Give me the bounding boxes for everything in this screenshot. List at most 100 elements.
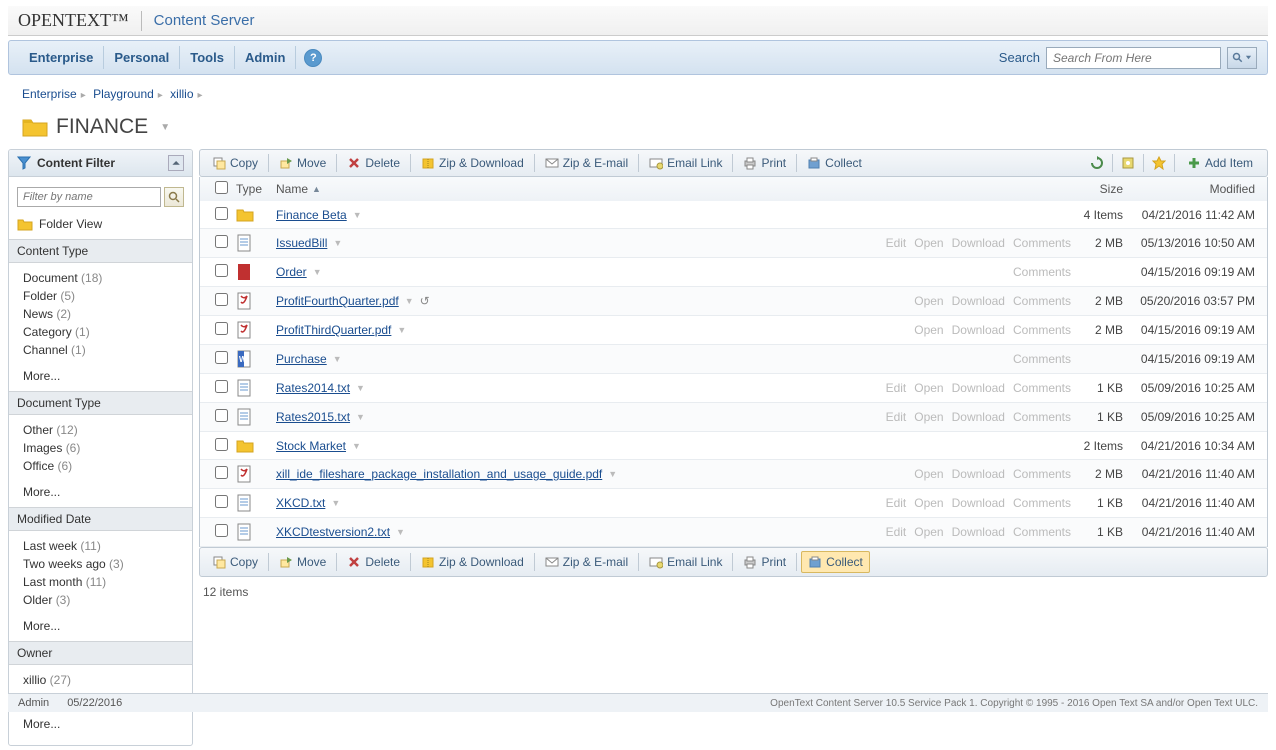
sidebar-filter-item[interactable]: Category (1) (23, 323, 192, 341)
print-button[interactable]: Print (737, 552, 792, 572)
item-dropdown-icon[interactable]: ▼ (333, 354, 342, 364)
sidebar-filter-item[interactable]: Folder (5) (23, 287, 192, 305)
col-size[interactable]: Size (1071, 182, 1131, 196)
item-dropdown-icon[interactable]: ▼ (331, 498, 340, 508)
item-name-link[interactable]: XKCDtestversion2.txt (276, 525, 390, 539)
copy-button[interactable]: Copy (206, 552, 264, 572)
item-name-link[interactable]: Rates2014.txt (276, 381, 350, 395)
menu-admin[interactable]: Admin (235, 46, 296, 69)
item-name-link[interactable]: ProfitThirdQuarter.pdf (276, 323, 391, 337)
item-name-link[interactable]: xill_ide_fileshare_package_installation_… (276, 467, 602, 481)
action-comments[interactable]: Comments (1013, 525, 1071, 539)
breadcrumb-link[interactable]: xillio (170, 87, 193, 101)
zip-email-button[interactable]: Zip & E-mail (539, 153, 634, 173)
item-name-link[interactable]: Stock Market (276, 439, 346, 453)
action-download[interactable]: Download (952, 294, 1005, 308)
action-download[interactable]: Download (952, 236, 1005, 250)
action-download[interactable]: Download (952, 467, 1005, 481)
action-open[interactable]: Open (914, 410, 943, 424)
action-comments[interactable]: Comments (1013, 236, 1071, 250)
item-dropdown-icon[interactable]: ▼ (396, 527, 405, 537)
action-comments[interactable]: Comments (1013, 352, 1071, 366)
config-button[interactable] (1117, 153, 1139, 173)
sidebar-filter-item[interactable]: Channel (1) (23, 341, 192, 359)
row-checkbox[interactable] (215, 438, 228, 451)
row-checkbox[interactable] (215, 207, 228, 220)
sidebar-more-link[interactable]: More... (9, 715, 192, 739)
item-name-link[interactable]: Order (276, 265, 307, 279)
item-dropdown-icon[interactable]: ▼ (356, 412, 365, 422)
row-checkbox[interactable] (215, 235, 228, 248)
email-link-button[interactable]: Email Link (643, 153, 728, 173)
breadcrumb-link[interactable]: Playground (93, 87, 154, 101)
row-checkbox[interactable] (215, 466, 228, 479)
action-open[interactable]: Open (914, 496, 943, 510)
title-dropdown-icon[interactable]: ▼ (160, 122, 170, 133)
version-icon[interactable]: ↺ (420, 294, 430, 308)
item-dropdown-icon[interactable]: ▼ (333, 238, 342, 248)
action-comments[interactable]: Comments (1013, 294, 1071, 308)
add-item-button[interactable]: Add Item (1179, 153, 1261, 173)
action-download[interactable]: Download (952, 410, 1005, 424)
select-all-checkbox[interactable] (215, 181, 228, 194)
action-comments[interactable]: Comments (1013, 496, 1071, 510)
item-dropdown-icon[interactable]: ▼ (313, 267, 322, 277)
folder-view-link[interactable]: Folder View (9, 211, 192, 239)
row-checkbox[interactable] (215, 351, 228, 364)
move-button[interactable]: Move (273, 552, 332, 572)
item-dropdown-icon[interactable]: ▼ (352, 441, 361, 451)
menu-enterprise[interactable]: Enterprise (19, 46, 104, 69)
collect-button[interactable]: Collect (801, 551, 870, 573)
row-checkbox[interactable] (215, 293, 228, 306)
zip-download-button[interactable]: Zip & Download (415, 552, 530, 572)
item-name-link[interactable]: Rates2015.txt (276, 410, 350, 424)
delete-button[interactable]: Delete (341, 153, 406, 173)
refresh-button[interactable] (1086, 153, 1108, 173)
move-button[interactable]: Move (273, 153, 332, 173)
action-open[interactable]: Open (914, 294, 943, 308)
filter-go-button[interactable] (164, 187, 184, 207)
row-checkbox[interactable] (215, 495, 228, 508)
action-edit[interactable]: Edit (886, 496, 907, 510)
menu-tools[interactable]: Tools (180, 46, 235, 69)
collapse-icon[interactable]: ⏶ (168, 155, 184, 171)
item-dropdown-icon[interactable]: ▼ (397, 325, 406, 335)
action-comments[interactable]: Comments (1013, 410, 1071, 424)
sidebar-filter-item[interactable]: Last month (11) (23, 573, 192, 591)
action-edit[interactable]: Edit (886, 236, 907, 250)
zip-email-button[interactable]: Zip & E-mail (539, 552, 634, 572)
row-checkbox[interactable] (215, 264, 228, 277)
action-open[interactable]: Open (914, 525, 943, 539)
action-download[interactable]: Download (952, 381, 1005, 395)
zip-download-button[interactable]: Zip & Download (415, 153, 530, 173)
row-checkbox[interactable] (215, 322, 228, 335)
row-checkbox[interactable] (215, 524, 228, 537)
copy-button[interactable]: Copy (206, 153, 264, 173)
search-input[interactable] (1046, 47, 1221, 69)
sidebar-filter-item[interactable]: Older (3) (23, 591, 192, 609)
action-open[interactable]: Open (914, 381, 943, 395)
delete-button[interactable]: Delete (341, 552, 406, 572)
item-name-link[interactable]: XKCD.txt (276, 496, 325, 510)
action-comments[interactable]: Comments (1013, 381, 1071, 395)
sidebar-filter-item[interactable]: Other (12) (23, 421, 192, 439)
action-download[interactable]: Download (952, 323, 1005, 337)
sidebar-more-link[interactable]: More... (9, 617, 192, 641)
breadcrumb-link[interactable]: Enterprise (22, 87, 77, 101)
item-dropdown-icon[interactable]: ▼ (608, 469, 617, 479)
item-name-link[interactable]: IssuedBill (276, 236, 327, 250)
search-button[interactable] (1227, 47, 1257, 69)
item-dropdown-icon[interactable]: ▼ (405, 296, 414, 306)
email-link-button[interactable]: Email Link (643, 552, 728, 572)
menu-personal[interactable]: Personal (104, 46, 180, 69)
sidebar-filter-item[interactable]: Two weeks ago (3) (23, 555, 192, 573)
action-edit[interactable]: Edit (886, 525, 907, 539)
item-dropdown-icon[interactable]: ▼ (353, 210, 362, 220)
favorite-button[interactable] (1148, 153, 1170, 173)
col-modified[interactable]: Modified (1131, 182, 1261, 196)
action-comments[interactable]: Comments (1013, 323, 1071, 337)
sidebar-filter-item[interactable]: xillio (27) (23, 671, 192, 689)
action-comments[interactable]: Comments (1013, 265, 1071, 279)
action-comments[interactable]: Comments (1013, 467, 1071, 481)
help-icon[interactable]: ? (304, 49, 322, 67)
